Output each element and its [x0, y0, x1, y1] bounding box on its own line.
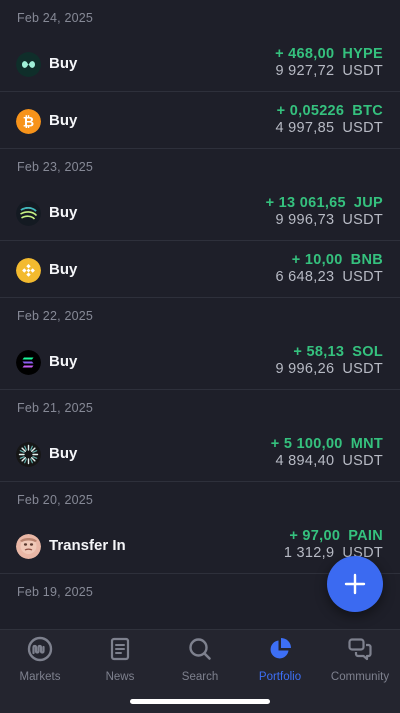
- paid-value: 9 927,72: [275, 63, 335, 79]
- paid-value: 4 997,85: [275, 120, 335, 136]
- transaction-feed[interactable]: Feb 24, 2025 Buy + 468,00 HYPE 9 927,72 US…: [0, 0, 400, 609]
- tab-news[interactable]: News: [80, 636, 160, 683]
- received-symbol: SOL: [352, 344, 383, 360]
- paid-value: 1 312,9: [283, 545, 335, 561]
- paid-amount: 9 996,26 USDT: [275, 361, 383, 378]
- paid-amount: 9 927,72 USDT: [275, 63, 383, 80]
- paid-amount: 6 648,23 USDT: [275, 269, 383, 286]
- transaction-row[interactable]: Buy + 5 100,00 MNT 4 894,40 USDT: [0, 425, 400, 482]
- transaction-type: Buy: [49, 261, 78, 278]
- plus-icon: [344, 573, 366, 595]
- transaction-type: Buy: [49, 112, 78, 129]
- transaction-amounts: + 13 061,65 JUP 9 996,73 USDT: [266, 195, 383, 229]
- transaction-row[interactable]: ₿ Buy + 0,05226 BTC 4 997,85 USDT: [0, 92, 400, 149]
- bnb-icon: [16, 258, 41, 283]
- mantle-icon: [16, 442, 41, 467]
- transaction-amounts: + 0,05226 BTC 4 997,85 USDT: [275, 103, 383, 137]
- date-header: Feb 24, 2025: [17, 11, 94, 25]
- received-qty: + 97,00: [289, 528, 341, 544]
- received-symbol: MNT: [350, 436, 383, 452]
- hype-icon: [16, 52, 41, 77]
- received-qty: + 468,00: [275, 46, 335, 62]
- paid-symbol: USDT: [342, 212, 383, 228]
- received-qty: + 13 061,65: [265, 195, 346, 211]
- paid-value: 6 648,23: [275, 269, 335, 285]
- jupiter-icon: [16, 201, 41, 226]
- received-symbol: JUP: [353, 195, 383, 211]
- date-header: Feb 21, 2025: [17, 401, 94, 415]
- tab-label: Community: [330, 671, 390, 683]
- transaction-type: Transfer In: [49, 537, 126, 554]
- markets-icon: [0, 636, 80, 662]
- community-chat-icon: [320, 636, 400, 662]
- date-header: Feb 20, 2025: [17, 493, 94, 507]
- received-amount: + 58,13 SOL: [275, 344, 383, 361]
- paid-symbol: USDT: [342, 361, 383, 377]
- transaction-row[interactable]: Buy + 13 061,65 JUP 9 996,73 USDT: [0, 184, 400, 241]
- date-header: Feb 23, 2025: [17, 160, 94, 174]
- add-transaction-button[interactable]: [327, 556, 383, 612]
- received-symbol: HYPE: [342, 46, 383, 62]
- transaction-type: Buy: [49, 445, 78, 462]
- portfolio-transactions-screen: Feb 24, 2025 Buy + 468,00 HYPE 9 927,72 US…: [0, 0, 400, 713]
- home-indicator: [130, 699, 270, 704]
- tab-label: Portfolio: [258, 671, 302, 683]
- paid-value: 4 894,40: [275, 453, 335, 469]
- received-amount: + 97,00 PAIN: [284, 528, 383, 545]
- tab-label: News: [105, 671, 135, 683]
- tab-label: Markets: [19, 671, 61, 683]
- received-amount: + 10,00 BNB: [275, 252, 383, 269]
- received-qty: + 5 100,00: [270, 436, 343, 452]
- transaction-amounts: + 58,13 SOL 9 996,26 USDT: [275, 344, 383, 378]
- transaction-type: Buy: [49, 204, 78, 221]
- received-qty: + 10,00: [291, 252, 343, 268]
- received-symbol: BTC: [352, 103, 383, 119]
- transaction-type: Buy: [49, 353, 78, 370]
- transaction-row[interactable]: Buy + 58,13 SOL 9 996,26 USDT: [0, 333, 400, 390]
- transaction-row[interactable]: Buy + 10,00 BNB 6 648,23 USDT: [0, 241, 400, 298]
- received-amount: + 13 061,65 JUP: [266, 195, 383, 212]
- transaction-amounts: + 97,00 PAIN 1 312,9 USDT: [284, 528, 383, 562]
- news-icon: [80, 636, 160, 662]
- received-amount: + 5 100,00 MNT: [271, 436, 383, 453]
- paid-amount: 4 894,40 USDT: [271, 453, 383, 470]
- tab-markets[interactable]: Markets: [0, 636, 80, 683]
- portfolio-pie-icon: [240, 636, 320, 662]
- paid-value: 9 996,26: [275, 361, 335, 377]
- received-symbol: PAIN: [348, 528, 383, 544]
- paid-amount: 9 996,73 USDT: [266, 212, 383, 229]
- pain-token-icon: [16, 534, 41, 559]
- date-header: Feb 22, 2025: [17, 309, 94, 323]
- tab-label: Search: [181, 671, 219, 683]
- bitcoin-icon: ₿: [16, 109, 41, 134]
- tab-search[interactable]: Search: [160, 636, 240, 683]
- transaction-amounts: + 468,00 HYPE 9 927,72 USDT: [275, 46, 383, 80]
- transaction-amounts: + 10,00 BNB 6 648,23 USDT: [275, 252, 383, 286]
- paid-symbol: USDT: [342, 453, 383, 469]
- solana-icon: [16, 350, 41, 375]
- received-amount: + 0,05226 BTC: [275, 103, 383, 120]
- tab-portfolio[interactable]: Portfolio: [240, 636, 320, 683]
- received-qty: + 0,05226: [276, 103, 345, 119]
- paid-value: 9 996,73: [275, 212, 335, 228]
- received-amount: + 468,00 HYPE: [275, 46, 383, 63]
- received-symbol: BNB: [350, 252, 383, 268]
- paid-symbol: USDT: [342, 120, 383, 136]
- tab-community[interactable]: Community: [320, 636, 400, 683]
- transaction-amounts: + 5 100,00 MNT 4 894,40 USDT: [271, 436, 383, 470]
- received-qty: + 58,13: [293, 344, 345, 360]
- search-icon: [160, 636, 240, 662]
- paid-symbol: USDT: [342, 269, 383, 285]
- paid-symbol: USDT: [342, 63, 383, 79]
- transaction-row[interactable]: Buy + 468,00 HYPE 9 927,72 USDT: [0, 35, 400, 92]
- transaction-type: Buy: [49, 55, 78, 72]
- paid-amount: 4 997,85 USDT: [275, 120, 383, 137]
- svg-text:₿: ₿: [23, 114, 34, 130]
